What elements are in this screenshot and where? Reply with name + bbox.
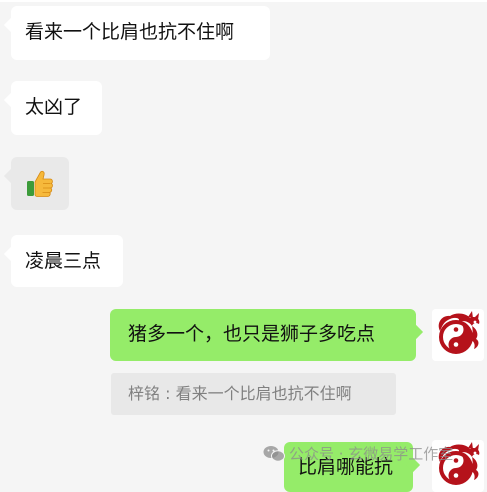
thumbs-up-icon	[27, 170, 53, 197]
wechat-icon	[263, 446, 285, 462]
dragon-logo-icon	[432, 440, 484, 492]
message-bubble[interactable]: 太凶了	[11, 81, 102, 135]
sticker-message[interactable]	[11, 157, 69, 210]
top-edge	[0, 0, 487, 2]
quoted-message[interactable]: 梓铭 : 看来一个比肩也抗不住啊	[111, 373, 396, 415]
message-bubble[interactable]: 凌晨三点	[11, 235, 123, 287]
message-text: 凌晨三点	[25, 250, 102, 272]
message-bubble-outgoing[interactable]: 比肩哪能抗	[284, 442, 413, 492]
avatar[interactable]	[432, 440, 484, 492]
message-text: 太凶了	[25, 96, 83, 118]
message-text: 比肩哪能抗	[298, 456, 394, 478]
message-bubble-outgoing[interactable]: 猪多一个，也只是狮子多吃点	[110, 309, 416, 361]
dragon-logo-icon	[432, 309, 484, 361]
quote-text: 梓铭 : 看来一个比肩也抗不住啊	[128, 384, 352, 403]
message-text: 看来一个比肩也抗不住啊	[25, 21, 235, 43]
message-text: 猪多一个，也只是狮子多吃点	[128, 323, 376, 345]
avatar[interactable]	[432, 309, 484, 361]
message-bubble[interactable]: 看来一个比肩也抗不住啊	[11, 6, 270, 60]
